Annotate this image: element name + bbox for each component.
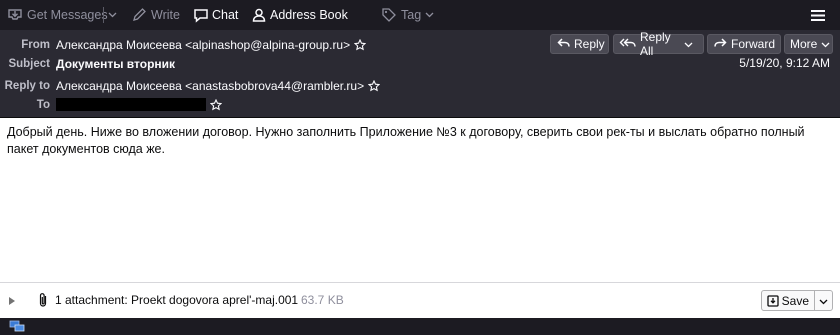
pencil-icon	[131, 7, 147, 23]
chevron-down-icon	[108, 12, 117, 18]
more-button[interactable]: More	[784, 34, 833, 54]
forward-button[interactable]: Forward	[707, 34, 781, 54]
write-label: Write	[151, 8, 180, 22]
main-toolbar: Get Messages Write Chat Address Book Tag	[0, 0, 840, 30]
chevron-down-icon	[819, 294, 828, 308]
save-label: Save	[781, 293, 809, 308]
subject-label: Subject	[8, 57, 50, 70]
forward-label: Forward	[731, 37, 776, 51]
reply-arrow-icon	[557, 37, 574, 52]
address-book-button[interactable]: Address Book	[251, 0, 348, 30]
message-header: From Александра Моисеева <alpinashop@alp…	[0, 30, 840, 118]
message-date: 5/19/20, 9:12 AM	[739, 56, 830, 70]
get-messages-dropdown[interactable]	[103, 0, 117, 30]
tag-label: Tag	[401, 8, 422, 22]
to-row: To	[0, 95, 222, 114]
chat-label: Chat	[212, 8, 239, 22]
divider	[103, 7, 104, 23]
message-body: Добрый день. Ниже во вложении договор. Н…	[7, 125, 805, 156]
reply-all-icon	[619, 37, 640, 52]
redacted-recipient	[56, 98, 206, 111]
attachment-size: 63.7 KB	[301, 293, 344, 307]
get-messages-button[interactable]: Get Messages	[7, 0, 108, 30]
reply-to-value[interactable]: Александра Моисеева <anastasbobrova44@ra…	[56, 79, 364, 93]
address-book-label: Address Book	[270, 8, 348, 22]
save-icon	[762, 294, 782, 307]
chat-icon	[193, 7, 209, 23]
status-bar	[0, 318, 840, 335]
more-label: More	[790, 37, 818, 51]
subject-value: Документы вторник	[56, 56, 176, 71]
expand-attachments-toggle[interactable]	[8, 295, 16, 309]
chevron-down-icon	[821, 37, 834, 51]
reply-to-row: Reply to Александра Моисеева <anastasbob…	[0, 76, 381, 95]
address-book-icon	[251, 7, 267, 23]
attachment-bar: 1 attachment: Proekt dogovora aprel'-maj…	[0, 282, 840, 319]
save-dropdown[interactable]	[815, 294, 832, 308]
chevron-down-icon	[684, 37, 697, 51]
paperclip-icon	[38, 292, 48, 311]
star-icon[interactable]	[368, 79, 381, 92]
download-icon	[7, 7, 23, 23]
attachment-summary[interactable]: 1 attachment: Proekt dogovora aprel'-maj…	[55, 293, 298, 307]
to-label: To	[36, 98, 50, 111]
chat-button[interactable]: Chat	[193, 0, 238, 30]
from-label: From	[21, 38, 50, 51]
chevron-down-icon	[425, 12, 434, 18]
reply-to-label: Reply to	[4, 79, 50, 92]
forward-arrow-icon	[714, 37, 731, 52]
hamburger-menu-icon	[811, 9, 825, 22]
triangle-right-icon	[8, 295, 16, 309]
star-icon[interactable]	[210, 98, 222, 111]
from-row: From Александра Моисеева <alpinashop@alp…	[0, 35, 367, 54]
subject-row: Subject Документы вторник	[0, 54, 175, 73]
tag-button[interactable]: Tag	[381, 0, 434, 30]
from-value[interactable]: Александра Моисеева <alpinashop@alpina-g…	[56, 38, 350, 52]
reply-button[interactable]: Reply	[550, 34, 609, 54]
tag-icon	[381, 7, 397, 23]
get-messages-label: Get Messages	[27, 8, 108, 22]
save-attachment-button[interactable]: Save	[760, 290, 833, 311]
star-icon[interactable]	[354, 38, 367, 51]
write-button[interactable]: Write	[131, 0, 180, 30]
app-menu-button[interactable]	[811, 0, 825, 30]
reply-all-label: Reply All	[640, 30, 671, 58]
connection-status-icon[interactable]	[9, 320, 25, 336]
reply-all-button[interactable]: Reply All	[613, 30, 704, 58]
reply-label: Reply	[574, 37, 605, 51]
